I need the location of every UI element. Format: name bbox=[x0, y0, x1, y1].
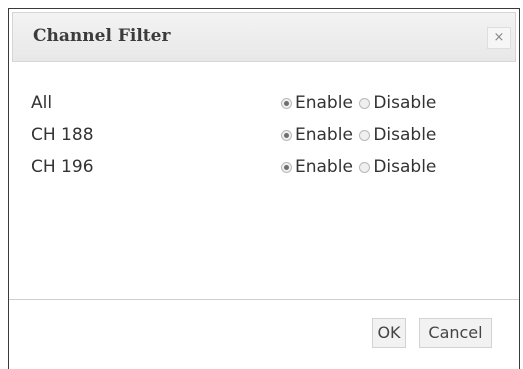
radio-group-all: Enable Disable bbox=[281, 89, 437, 118]
footer-divider bbox=[9, 299, 519, 300]
close-button[interactable]: × bbox=[487, 27, 511, 49]
disable-radio-option[interactable]: Disable bbox=[359, 89, 436, 117]
disable-radio[interactable] bbox=[359, 97, 371, 109]
ok-button[interactable]: OK bbox=[372, 318, 406, 348]
enable-radio[interactable] bbox=[281, 97, 292, 109]
cancel-button[interactable]: Cancel bbox=[419, 318, 492, 348]
filter-row-all: All Enable Disable bbox=[9, 89, 519, 121]
filter-rows: All Enable Disable CH 188 Enable Disable… bbox=[9, 89, 519, 185]
disable-label: Disable bbox=[373, 93, 437, 113]
enable-radio[interactable] bbox=[281, 129, 292, 141]
row-label: CH 188 bbox=[31, 125, 94, 145]
disable-label: Disable bbox=[373, 125, 437, 145]
enable-label: Enable bbox=[295, 125, 353, 145]
radio-group-ch188: Enable Disable bbox=[281, 121, 437, 150]
disable-radio[interactable] bbox=[359, 129, 371, 141]
dialog-title-bar: Channel Filter × bbox=[12, 12, 516, 62]
dialog-title: Channel Filter bbox=[33, 26, 171, 46]
channel-filter-dialog: Channel Filter × All Enable Disable CH 1… bbox=[8, 8, 520, 369]
enable-radio-option[interactable]: Enable bbox=[281, 121, 353, 149]
enable-label: Enable bbox=[295, 93, 353, 113]
row-label: All bbox=[31, 93, 53, 113]
filter-row-ch196: CH 196 Enable Disable bbox=[9, 153, 519, 185]
disable-label: Disable bbox=[373, 157, 437, 177]
filter-row-ch188: CH 188 Enable Disable bbox=[9, 121, 519, 153]
enable-label: Enable bbox=[295, 157, 353, 177]
enable-radio-option[interactable]: Enable bbox=[281, 153, 353, 181]
enable-radio-option[interactable]: Enable bbox=[281, 89, 353, 117]
radio-group-ch196: Enable Disable bbox=[281, 153, 437, 182]
close-icon: × bbox=[493, 30, 505, 45]
enable-radio[interactable] bbox=[281, 161, 292, 173]
disable-radio-option[interactable]: Disable bbox=[359, 121, 436, 149]
disable-radio-option[interactable]: Disable bbox=[359, 153, 436, 181]
row-label: CH 196 bbox=[31, 157, 94, 177]
disable-radio[interactable] bbox=[359, 161, 371, 173]
